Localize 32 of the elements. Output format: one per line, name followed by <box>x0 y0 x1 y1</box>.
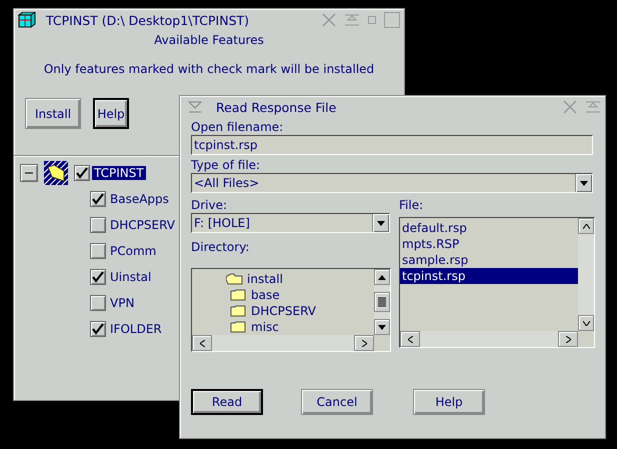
field-label: Type of file: <box>191 158 262 172</box>
directory-item[interactable]: install <box>192 271 374 287</box>
filename-field[interactable]: tcpinst.rsp <box>191 135 593 155</box>
file-type-dropdown[interactable]: <All Files> <box>191 173 593 193</box>
drive-dropdown[interactable]: F: [HOLE] <box>191 213 390 233</box>
read-button[interactable]: Read <box>191 389 263 415</box>
install-button[interactable]: Install <box>25 98 81 129</box>
file-item[interactable]: tcpinst.rsp <box>400 268 578 284</box>
tree-item[interactable]: Uinstal <box>108 270 154 284</box>
field-label: Drive: <box>191 198 228 212</box>
directory-item[interactable]: base <box>192 287 374 303</box>
tree-item[interactable]: IFOLDER <box>108 322 164 336</box>
tree-item[interactable]: BaseApps <box>108 192 171 206</box>
heading: Available Features <box>153 33 265 47</box>
field-label: Directory: <box>191 240 250 254</box>
tree-item[interactable]: VPN <box>108 296 136 310</box>
field-label: Open filename: <box>191 120 284 134</box>
directory-item[interactable]: DHCPSERV <box>192 303 374 319</box>
file-item[interactable]: mpts.RSP <box>400 236 578 252</box>
tree-item[interactable]: PComm <box>108 244 158 258</box>
tree-item[interactable]: DHCPSERV <box>108 218 177 232</box>
tree-item[interactable]: TCPINST <box>92 166 146 180</box>
help-button[interactable]: Help <box>413 389 485 415</box>
field-label: File: <box>399 198 424 212</box>
instruction-text: Only features marked with check mark will be installed <box>42 62 376 76</box>
dialog-title: Read Response File <box>216 100 338 114</box>
file-item[interactable]: default.rsp <box>400 220 578 236</box>
help-button[interactable]: Help <box>93 98 129 129</box>
cancel-button[interactable]: Cancel <box>301 389 373 415</box>
window-title: TCPINST (D:\ Desktop1\TCPINST) <box>46 12 250 28</box>
file-item[interactable]: sample.rsp <box>400 252 578 268</box>
directory-item[interactable]: misc <box>192 319 374 335</box>
